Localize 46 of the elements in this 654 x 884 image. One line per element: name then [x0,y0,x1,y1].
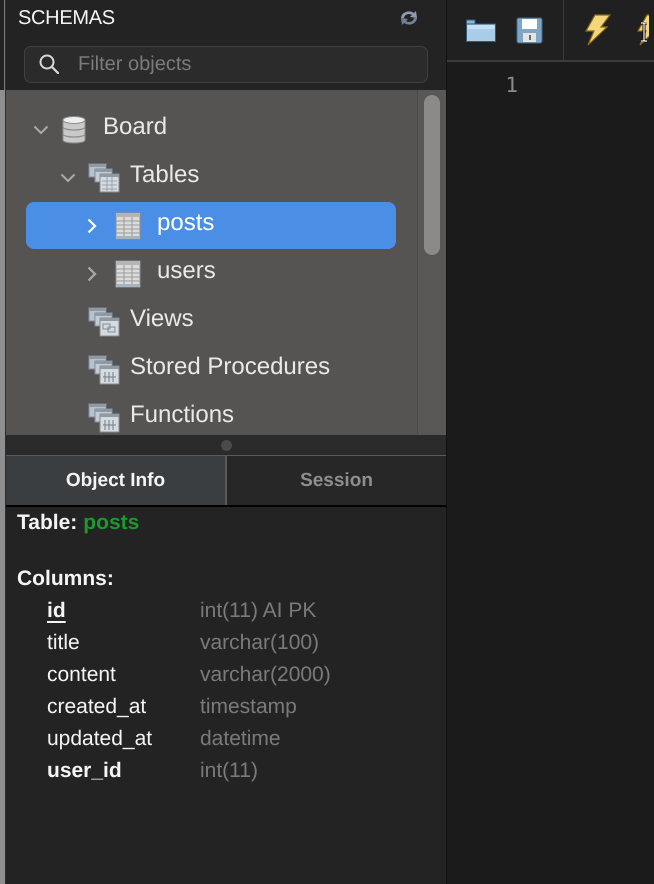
column-name: updated_at [47,727,152,751]
lightning-icon[interactable] [583,14,611,46]
view-group-icon [88,306,120,336]
table-group-icon [88,162,120,192]
tree-item[interactable]: Stored Procedures [26,346,396,393]
column-type: timestamp [200,695,297,719]
column-name: title [47,631,80,655]
tree-item[interactable]: posts [26,202,396,249]
column-name: created_at [47,695,146,719]
scrollbar-thumb[interactable] [424,95,440,255]
object-name: posts [83,511,140,535]
chevron-down-icon[interactable] [33,124,49,134]
lightning-icon[interactable] [635,14,649,46]
database-icon [61,114,87,144]
panel-tab[interactable]: Session [225,456,446,505]
column-type: varchar(100) [200,631,320,655]
column-type: datetime [200,727,281,751]
panel-tab[interactable]: Object Info [6,456,225,505]
tree-item[interactable]: users [26,250,396,297]
tree-item[interactable]: Tables [26,154,396,201]
columns-heading: Columns: [17,566,114,592]
search-icon [39,54,59,74]
routine-group-icon [88,402,120,432]
object-type-label: Table: [17,511,78,535]
chevron-right-icon[interactable] [87,266,97,282]
routine-group-icon [88,354,120,384]
refresh-icon[interactable] [398,9,420,27]
chevron-down-icon[interactable] [60,172,76,182]
search-field[interactable]: Filter objects [24,46,428,83]
split-handle-icon[interactable] [220,440,232,450]
line-number: 1 [505,73,518,97]
tree-item[interactable]: Views [26,298,396,345]
column-name: content [47,663,116,687]
column-type: varchar(2000) [200,663,331,687]
table-grid-icon [115,260,141,288]
table-grid-icon [115,212,141,240]
column-name: user_id [47,759,122,783]
panel-title: SCHEMAS [18,6,115,30]
tree-item[interactable]: Functions [26,394,396,435]
tree-item[interactable]: Board [26,106,396,153]
column-type: int(11) [200,759,258,783]
text-cursor-icon [640,22,648,42]
folder-icon[interactable] [465,17,497,43]
save-icon[interactable] [516,16,543,44]
column-type: int(11) AI PK [200,599,316,623]
column-name: id [47,599,66,623]
